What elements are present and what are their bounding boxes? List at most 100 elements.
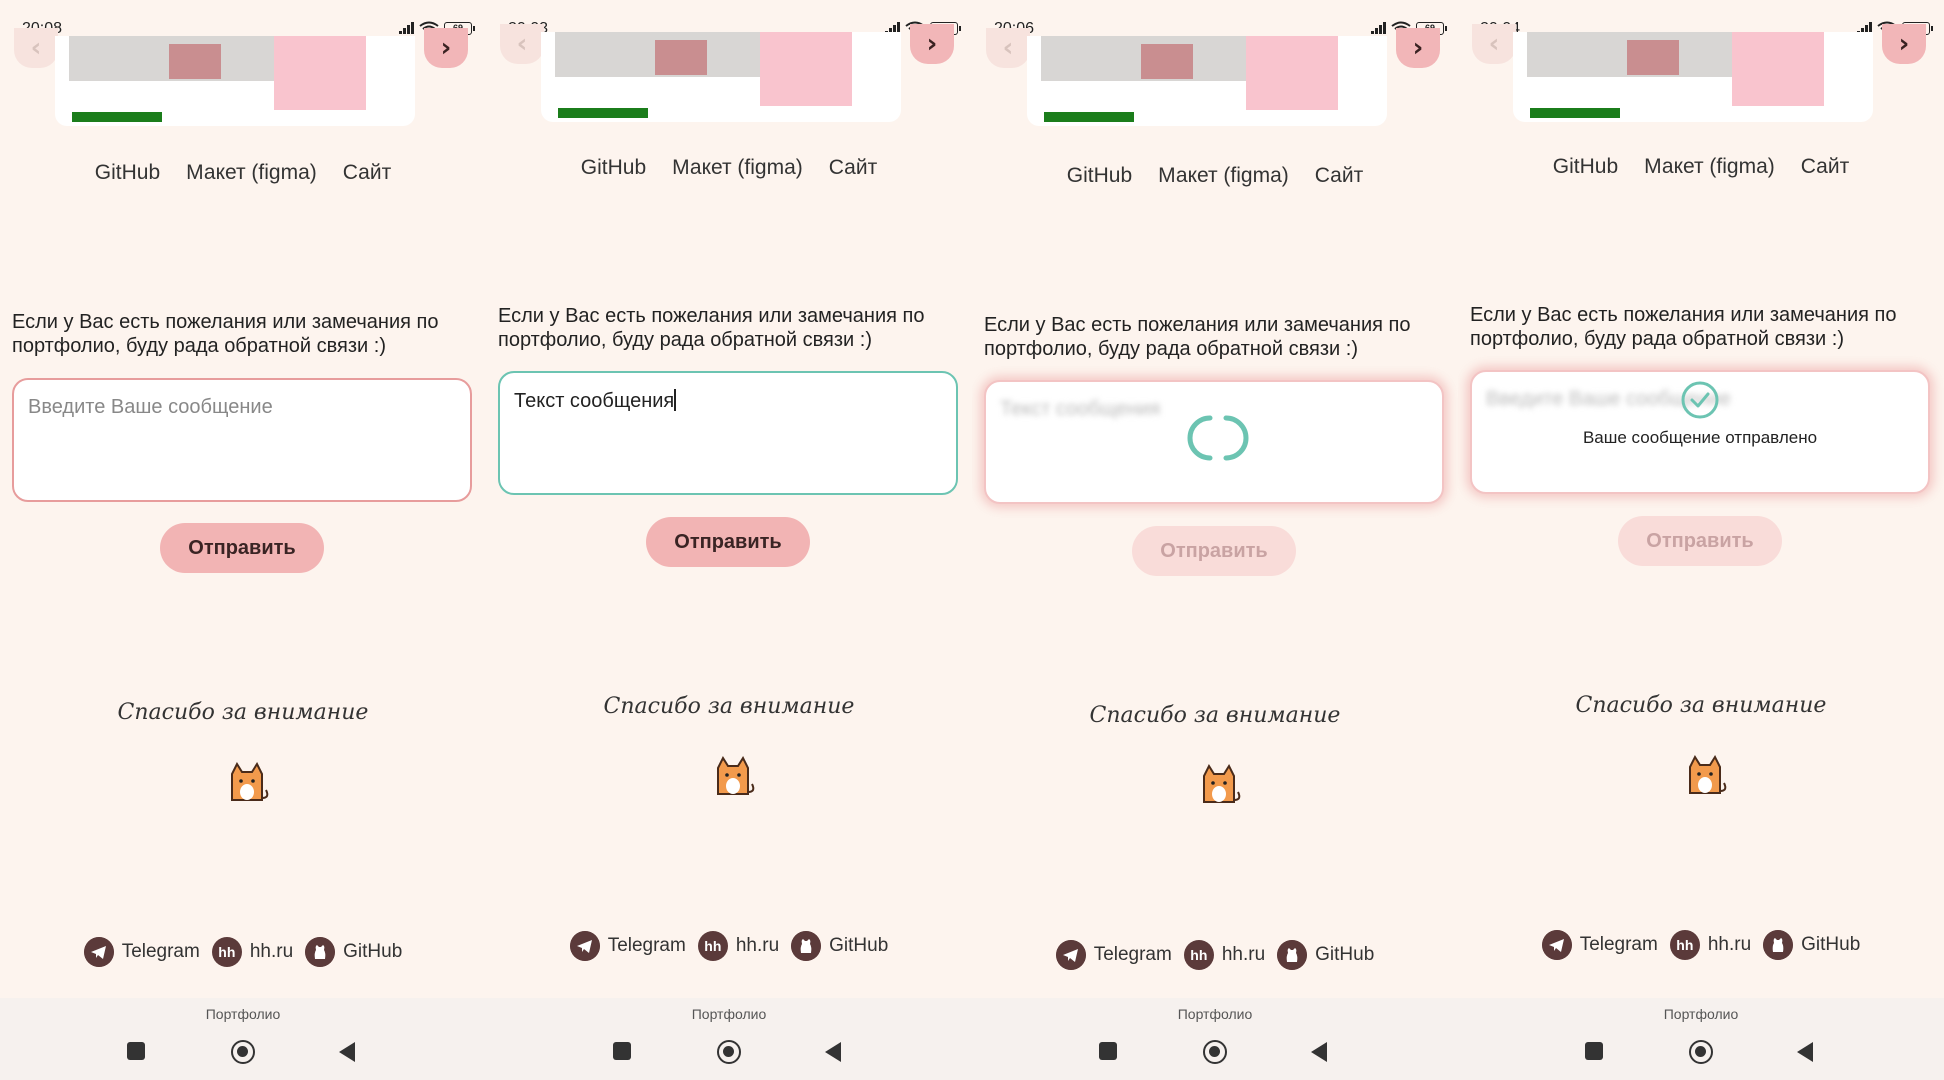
phone-screen: 20:06 69 ‹ › GitHub Макет (figma) Сайт Е… — [972, 0, 1458, 1080]
project-links: GitHub Макет (figma) Сайт — [1458, 155, 1944, 179]
telegram-icon — [1541, 930, 1572, 960]
app-name: Портфолио — [205, 1006, 281, 1022]
hh-link[interactable]: hh hh.ru — [1669, 930, 1752, 960]
figma-link[interactable]: Макет (figma) — [672, 156, 803, 180]
recents-icon[interactable] — [1099, 1042, 1117, 1060]
contact-links: Telegram hh hh.ru GitHub — [1458, 930, 1944, 960]
telegram-link[interactable]: Telegram — [569, 931, 686, 961]
github-icon — [1763, 930, 1794, 960]
home-icon[interactable] — [231, 1040, 255, 1064]
telegram-link[interactable]: Telegram — [1055, 940, 1172, 970]
github-footer-label: GitHub — [1801, 934, 1861, 955]
message-input: Введите Ваше сообщение Ваше сообщение от… — [1470, 370, 1930, 494]
telegram-icon — [1055, 940, 1086, 970]
hh-label: hh.ru — [735, 935, 780, 956]
back-icon[interactable] — [1311, 1042, 1327, 1062]
hh-link[interactable]: hh hh.ru — [697, 931, 780, 961]
message-input[interactable]: Текст сообщения — [498, 371, 958, 495]
hh-link[interactable]: hh hh.ru — [1183, 940, 1266, 970]
project-links: GitHub Макет (figma) Сайт — [0, 161, 486, 185]
recents-icon[interactable] — [1585, 1042, 1603, 1060]
figma-link[interactable]: Макет (figma) — [186, 161, 317, 185]
github-footer-link[interactable]: GitHub — [305, 937, 402, 967]
carousel-prev-button[interactable]: ‹ — [14, 28, 58, 68]
telegram-icon — [569, 931, 600, 961]
github-footer-link[interactable]: GitHub — [791, 931, 888, 961]
back-icon[interactable] — [339, 1042, 355, 1062]
hh-label: hh.ru — [1707, 934, 1752, 955]
message-input[interactable]: Введите Ваше сообщение — [12, 378, 472, 502]
home-icon[interactable] — [1689, 1040, 1713, 1064]
carousel-next-button[interactable]: › — [910, 24, 954, 64]
text-caret — [674, 389, 676, 411]
site-link[interactable]: Сайт — [1315, 164, 1363, 188]
telegram-label: Telegram — [121, 941, 200, 962]
send-button[interactable]: Отправить — [160, 523, 324, 573]
carousel-next-button[interactable]: › — [1396, 28, 1440, 68]
telegram-label: Telegram — [607, 935, 686, 956]
project-links: GitHub Макет (figma) Сайт — [972, 164, 1458, 188]
system-nav-bar: Портфолио — [972, 998, 1458, 1080]
github-link[interactable]: GitHub — [95, 161, 160, 185]
hh-label: hh.ru — [1221, 944, 1266, 965]
github-footer-link[interactable]: GitHub — [1277, 940, 1374, 970]
back-icon[interactable] — [825, 1042, 841, 1062]
home-icon[interactable] — [1203, 1040, 1227, 1064]
github-icon — [305, 937, 336, 967]
figma-link[interactable]: Макет (figma) — [1644, 155, 1775, 179]
send-button[interactable]: Отправить — [646, 517, 810, 567]
site-link[interactable]: Сайт — [829, 156, 877, 180]
contact-links: Telegram hh hh.ru GitHub — [0, 937, 486, 967]
check-circle-icon — [1681, 381, 1719, 419]
cat-icon — [717, 755, 755, 795]
success-overlay: Ваше сообщение отправлено — [1472, 380, 1928, 448]
github-footer-label: GitHub — [1315, 944, 1375, 965]
github-icon — [791, 931, 822, 961]
carousel-prev-button[interactable]: ‹ — [500, 24, 544, 64]
system-nav-bar: Портфолио — [0, 998, 486, 1080]
project-preview-image — [55, 36, 415, 126]
site-link[interactable]: Сайт — [1801, 155, 1849, 179]
carousel-prev-button[interactable]: ‹ — [1472, 24, 1516, 64]
recents-icon[interactable] — [127, 1042, 145, 1060]
phone-screen: 20:08 69 ‹ › GitHub Макет (figma) Сайт Е… — [0, 0, 486, 1080]
site-link[interactable]: Сайт — [343, 161, 391, 185]
github-link[interactable]: GitHub — [581, 156, 646, 180]
hh-link[interactable]: hh hh.ru — [211, 937, 293, 967]
project-carousel: ‹ › — [0, 28, 486, 136]
phone-screen: 20:03 70 ‹ › GitHub Макет (figma) Сайт Е… — [486, 0, 972, 1080]
telegram-link[interactable]: Telegram — [1541, 930, 1658, 960]
carousel-prev-button[interactable]: ‹ — [986, 28, 1030, 68]
feedback-prompt: Если у Вас есть пожелания или замечания … — [984, 314, 1411, 360]
carousel-next-button[interactable]: › — [1882, 24, 1926, 64]
system-nav-bar: Портфолио — [1458, 998, 1944, 1080]
figma-link[interactable]: Макет (figma) — [1158, 164, 1289, 188]
send-button[interactable]: Отправить — [1132, 526, 1296, 576]
thanks-text: Спасибо за внимание — [603, 694, 855, 719]
back-icon[interactable] — [1797, 1042, 1813, 1062]
carousel-next-button[interactable]: › — [424, 28, 468, 68]
message-input: Текст сообщения — [984, 380, 1444, 504]
project-carousel: ‹ › — [972, 28, 1458, 136]
telegram-label: Telegram — [1093, 944, 1172, 965]
github-link[interactable]: GitHub — [1553, 155, 1618, 179]
project-preview-image — [1027, 36, 1387, 126]
project-links: GitHub Макет (figma) Сайт — [486, 156, 972, 180]
cat-icon — [1203, 763, 1241, 803]
recents-icon[interactable] — [613, 1042, 631, 1060]
contact-links: Telegram hh hh.ru GitHub — [972, 940, 1458, 970]
home-icon[interactable] — [717, 1040, 741, 1064]
github-footer-label: GitHub — [343, 941, 403, 962]
success-message: Ваше сообщение отправлено — [1582, 428, 1818, 447]
thanks-text: Спасибо за внимание — [1575, 693, 1827, 718]
project-preview-image — [541, 32, 901, 122]
telegram-label: Telegram — [1579, 934, 1658, 955]
github-icon — [1277, 940, 1308, 970]
telegram-link[interactable]: Telegram — [83, 937, 200, 967]
message-placeholder: Введите Ваше сообщение — [28, 396, 273, 418]
github-link[interactable]: GitHub — [1067, 164, 1132, 188]
project-carousel: ‹ › — [1458, 24, 1944, 132]
send-button[interactable]: Отправить — [1618, 516, 1782, 566]
signal-icon — [1371, 22, 1386, 34]
github-footer-link[interactable]: GitHub — [1763, 930, 1860, 960]
